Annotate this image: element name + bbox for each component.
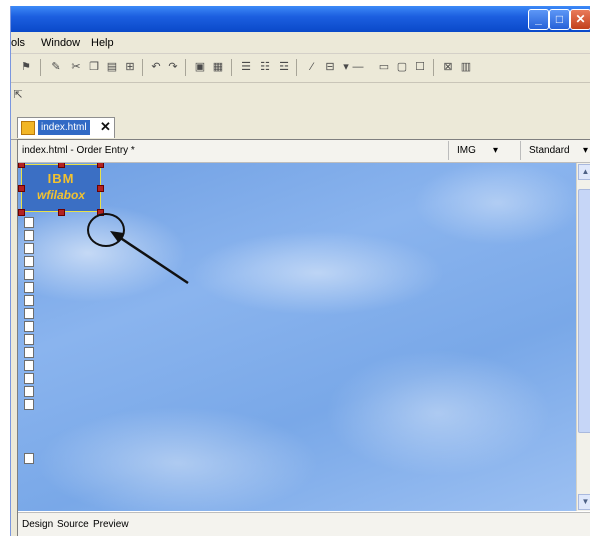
paste-icon[interactable]: ▤ — [105, 60, 119, 74]
bug-icon[interactable]: ⚑ — [19, 60, 33, 74]
menu-help[interactable]: Help — [91, 37, 114, 49]
line-icon[interactable]: — — [351, 60, 365, 74]
style-mode-dropdown[interactable]: Standard ▾ — [520, 141, 590, 160]
element-type-value: IMG — [457, 145, 476, 156]
list-indent-icon[interactable]: ☲ — [277, 60, 291, 74]
document-title: index.html - Order Entry * — [22, 145, 135, 156]
pen-icon[interactable]: ✎ — [49, 60, 63, 74]
scrollbar-thumb[interactable] — [578, 189, 590, 433]
editor-header: index.html - Order Entry * IMG ▾ Standar… — [18, 140, 590, 163]
list-icon[interactable]: ☰ — [239, 60, 253, 74]
menu-bar: ols Window Help — [11, 33, 590, 54]
grid-icon[interactable]: ⊞ — [123, 60, 137, 74]
toolbar-separator — [185, 59, 186, 76]
editor-tab-strip: index.html ✕ — [11, 114, 590, 140]
cut-icon[interactable]: ✂ — [69, 60, 83, 74]
settings-icon[interactable]: ⊠ — [441, 60, 455, 74]
toolbar-separator — [142, 59, 143, 76]
secondary-toolbar: ⇱ — [11, 83, 590, 109]
tab-index-html[interactable]: index.html ✕ — [17, 117, 115, 138]
form-icon[interactable]: ▭ — [377, 60, 391, 74]
close-tab-icon[interactable]: ✕ — [100, 119, 111, 135]
pointer-icon[interactable]: ⇱ — [11, 88, 25, 102]
toolbar-separator — [296, 59, 297, 76]
application-window: _ □ ✕ ols Window Help ⚑ ✎ ✂ ❐ ▤ ⊞ ↶ ↷ ▣ … — [10, 6, 590, 536]
page-designer: index.html - Order Entry * IMG ▾ Standar… — [17, 139, 590, 536]
chevron-down-icon: ▾ — [493, 145, 499, 156]
box-icon[interactable]: ☐ — [413, 60, 427, 74]
scroll-down-icon[interactable]: ▼ — [578, 494, 590, 510]
tab-label: index.html — [38, 120, 90, 135]
title-bar[interactable]: _ □ ✕ — [11, 6, 590, 32]
menu-tools[interactable]: ols — [11, 37, 25, 49]
maximize-button[interactable]: □ — [549, 9, 570, 30]
chevron-down-icon: ▾ — [583, 145, 589, 156]
tab-design[interactable]: Design — [22, 519, 53, 530]
toolbar-separator — [40, 59, 41, 76]
tab-preview[interactable]: Preview — [93, 519, 129, 530]
panel-icon[interactable]: ▢ — [395, 60, 409, 74]
image-icon[interactable]: ▦ — [211, 60, 225, 74]
minimize-button[interactable]: _ — [528, 9, 549, 30]
chart-icon[interactable]: ▥ — [459, 60, 473, 74]
vertical-scrollbar[interactable]: ▲ ▼ — [576, 163, 590, 511]
redo-icon[interactable]: ↷ — [166, 60, 180, 74]
menu-window[interactable]: Window — [41, 37, 80, 49]
table-icon[interactable]: ⊟ — [323, 60, 337, 74]
copy-icon[interactable]: ❐ — [87, 60, 101, 74]
toolbar-separator — [231, 59, 232, 76]
element-type-dropdown[interactable]: IMG ▾ — [448, 141, 519, 160]
scroll-up-icon[interactable]: ▲ — [578, 164, 590, 180]
list-numbered-icon[interactable]: ☷ — [258, 60, 272, 74]
html-file-icon — [21, 121, 35, 135]
link-icon[interactable]: ⁄ — [305, 60, 319, 74]
style-mode-value: Standard — [529, 145, 570, 156]
toolbar: ⚑ ✎ ✂ ❐ ▤ ⊞ ↶ ↷ ▣ ▦ ☰ ☷ ☲ ⁄ ⊟ ▾ — ▭ ▢ ☐ … — [11, 54, 590, 83]
frame-icon[interactable]: ▣ — [193, 60, 207, 74]
annotation-arrow-icon — [110, 231, 189, 285]
close-window-button[interactable]: ✕ — [570, 9, 590, 30]
design-canvas[interactable]: IBM wfilabox — [18, 163, 576, 511]
view-tabs: Design Source Preview — [18, 512, 590, 536]
tab-source[interactable]: Source — [57, 519, 89, 530]
undo-icon[interactable]: ↶ — [149, 60, 163, 74]
toolbar-separator — [433, 59, 434, 76]
